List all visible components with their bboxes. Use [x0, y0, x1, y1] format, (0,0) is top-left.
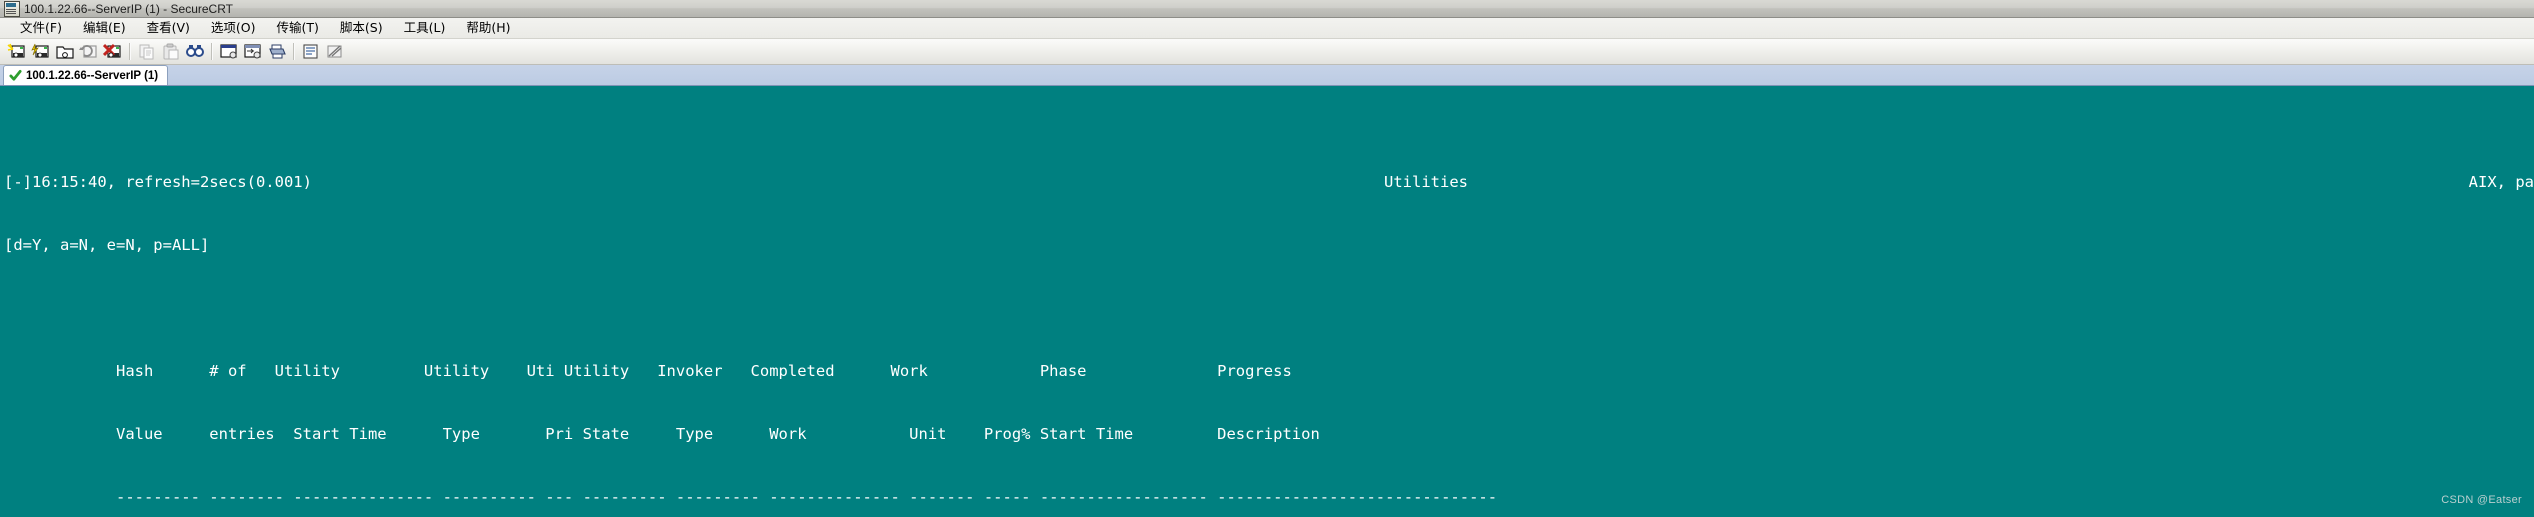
green-check-icon	[9, 69, 22, 81]
menu-view[interactable]: 查看(V)	[137, 19, 201, 37]
tab-label: 100.1.22.66--ServerIP (1)	[26, 69, 159, 82]
open-session-folder-icon[interactable]	[53, 41, 76, 62]
clear-screen-icon[interactable]	[323, 41, 346, 62]
new-session-icon[interactable]	[5, 41, 28, 62]
menu-transfer[interactable]: 传输(T)	[267, 19, 330, 37]
tab-strip: 100.1.22.66--ServerIP (1)	[0, 65, 2534, 86]
terminal-blank-line-1	[4, 298, 2534, 319]
securecrt-app-icon	[4, 0, 20, 17]
toolbar	[0, 39, 2534, 65]
menu-file[interactable]: 文件(F)	[10, 19, 73, 37]
log-session-icon[interactable]	[299, 41, 322, 62]
table-header-line-1: Hash # of Utility Utility Uti Utility In…	[4, 362, 1292, 380]
status-left: [-]16:15:40, refresh=2secs(0.001)	[4, 173, 312, 191]
quick-connect-icon[interactable]	[29, 41, 52, 62]
toolbar-separator-3	[293, 43, 295, 60]
copy-icon[interactable]	[135, 41, 158, 62]
watermark: CSDN @Eatser	[2441, 494, 2522, 506]
window-title-bar: 100.1.22.66--ServerIP (1) - SecureCRT	[0, 0, 2534, 18]
global-options-icon[interactable]	[241, 41, 264, 62]
toolbar-separator-2	[211, 43, 213, 60]
find-icon[interactable]	[183, 41, 206, 62]
print-icon[interactable]	[265, 41, 288, 62]
status-center: Utilities	[1384, 173, 1468, 191]
table-separator-line: --------- -------- --------------- -----…	[4, 488, 1498, 506]
menu-script[interactable]: 脚本(S)	[330, 19, 394, 37]
menu-bar: 文件(F) 编辑(E) 查看(V) 选项(O) 传输(T) 脚本(S) 工具(L…	[0, 18, 2534, 39]
status-right: AIX, pa	[2468, 173, 2534, 191]
window-title: 100.1.22.66--ServerIP (1) - SecureCRT	[24, 1, 233, 16]
menu-options[interactable]: 选项(O)	[201, 19, 267, 37]
reconnect-icon[interactable]	[77, 41, 100, 62]
terminal-status-line: [-]16:15:40, refresh=2secs(0.001) Utilit…	[4, 172, 2534, 193]
menu-help[interactable]: 帮助(H)	[456, 19, 521, 37]
disconnect-icon[interactable]	[101, 41, 124, 62]
terminal-filter-line: [d=Y, a=N, e=N, p=ALL]	[4, 236, 210, 254]
table-header-line-2: Value entries Start Time Type Pri State …	[4, 425, 1320, 443]
menu-tools[interactable]: 工具(L)	[394, 19, 457, 37]
terminal-screen[interactable]: [-]16:15:40, refresh=2secs(0.001) Utilit…	[0, 86, 2534, 517]
tab-session-100-1-22-66[interactable]: 100.1.22.66--ServerIP (1)	[3, 65, 169, 85]
paste-icon[interactable]	[159, 41, 182, 62]
session-options-icon[interactable]	[217, 41, 240, 62]
toolbar-separator-1	[129, 43, 131, 60]
menu-edit[interactable]: 编辑(E)	[73, 19, 137, 37]
